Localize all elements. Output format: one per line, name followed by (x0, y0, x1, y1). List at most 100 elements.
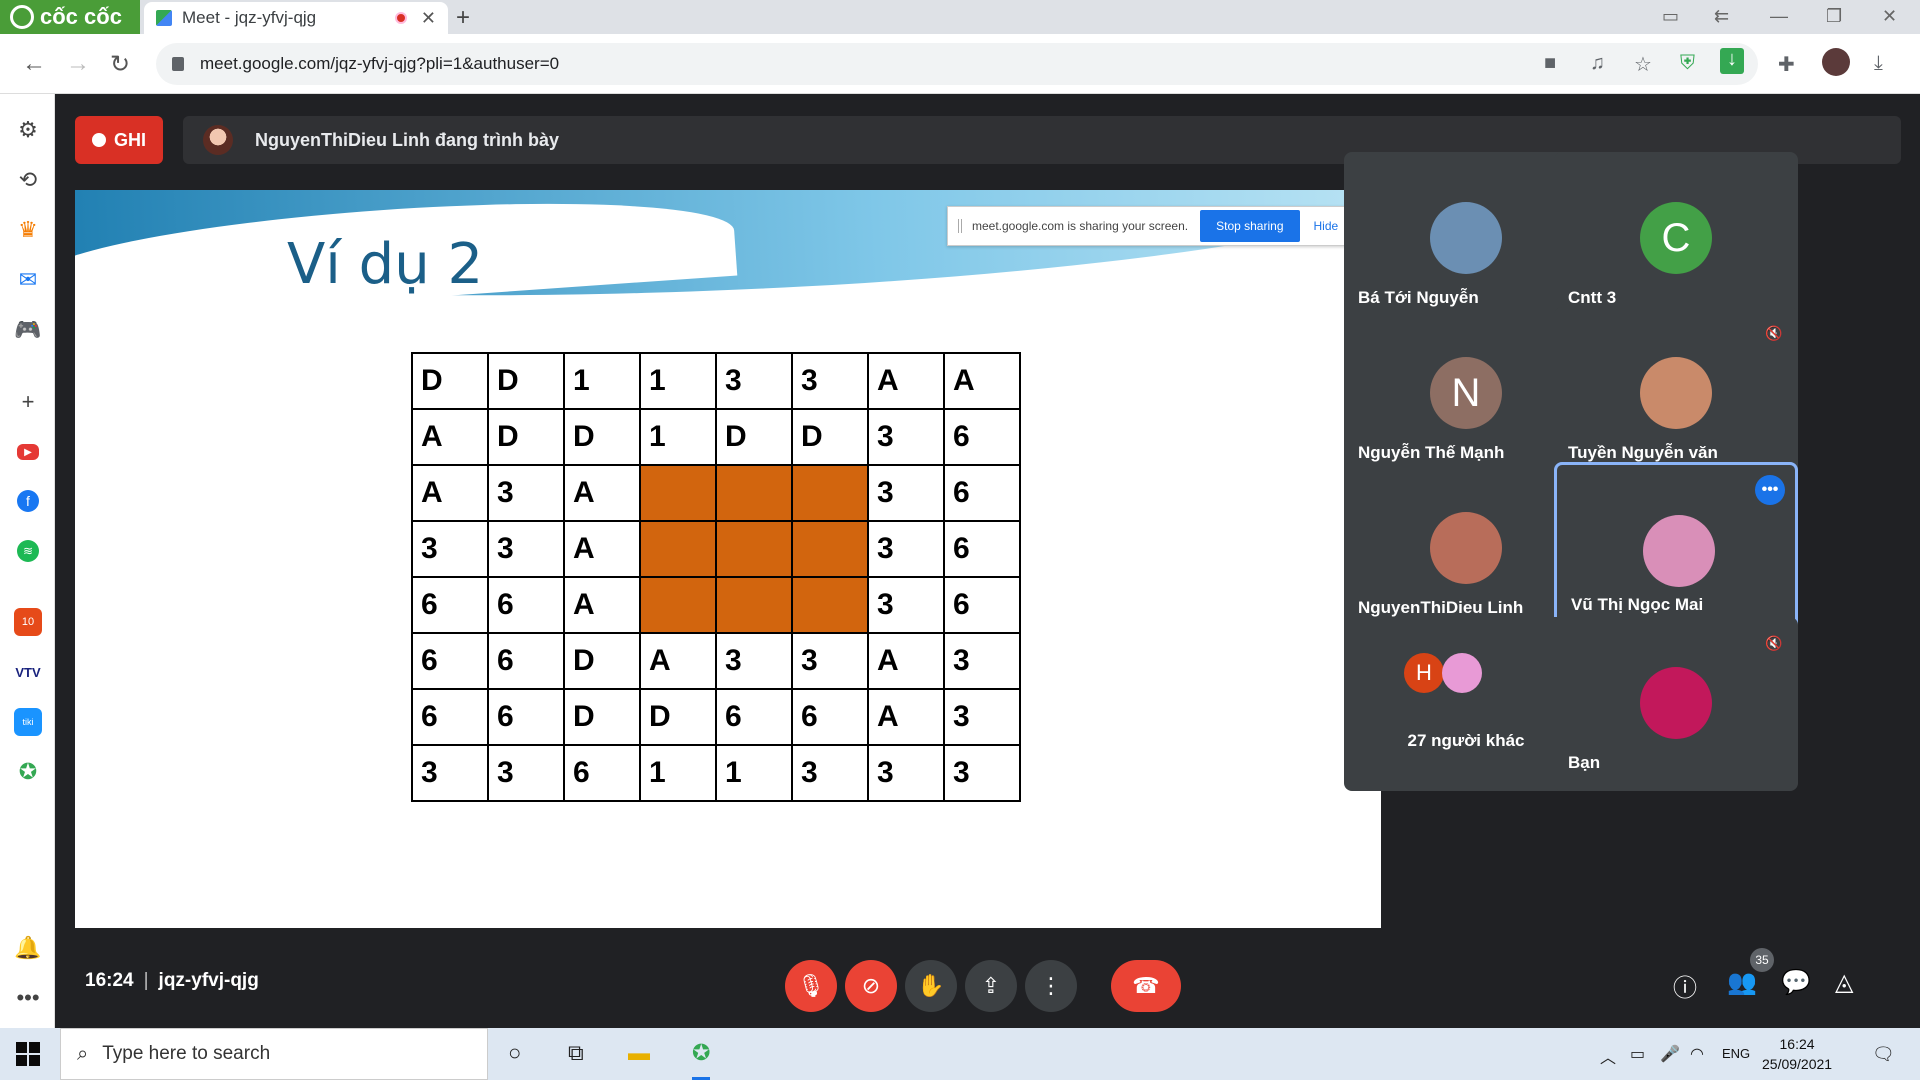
notification-icon[interactable]: 🗨 (1872, 1044, 1895, 1065)
language-indicator[interactable]: ENG (1722, 1046, 1750, 1061)
star-icon[interactable]: ☆ (1634, 52, 1652, 77)
maximize-button[interactable]: ❐ (1826, 6, 1842, 27)
people-icon[interactable]: 👥 (1727, 968, 1757, 997)
download-arrow-icon[interactable]: ↓ (1720, 48, 1744, 74)
vtv-icon[interactable]: VTV (14, 658, 42, 686)
grid-cell: 6 (411, 688, 489, 746)
participant-tile[interactable]: Bá Tới Nguyễn🔇 (1344, 152, 1588, 326)
taskbar-search[interactable]: ⌕ Type here to search (60, 1028, 488, 1080)
grid-cell: A (411, 408, 489, 466)
back-button[interactable]: ← (22, 50, 46, 78)
close-window-button[interactable]: ✕ (1882, 6, 1897, 27)
wifi-icon[interactable]: ◠ (1690, 1044, 1704, 1064)
settings-icon[interactable]: ⚙ (14, 116, 42, 144)
bell-off-icon[interactable]: ♫ (1590, 52, 1605, 75)
more-options-button[interactable]: ⋮ (1025, 960, 1077, 1012)
extensions-icon[interactable]: ✚ (1778, 52, 1795, 77)
downloads-icon[interactable]: ⤓ (1874, 52, 1883, 75)
microphone-icon[interactable]: 🎤 (1660, 1044, 1680, 1064)
grid-cell: D (411, 352, 489, 410)
browser-toolbar: ← → ↻ meet.google.com/jqz-yfvj-qjg?pli=1… (0, 34, 1920, 94)
grid-cell (715, 464, 793, 522)
clock-time: 16:24 (1779, 1036, 1815, 1052)
crown-icon[interactable]: ♛ (14, 216, 42, 244)
grid-row: 33611333 (411, 744, 1021, 802)
letter-grid: DD1133AAADD1DD36A3A3633A3666A3666DA33A36… (411, 352, 1021, 802)
close-tab-icon[interactable]: ✕ (421, 8, 436, 29)
participant-tile[interactable]: NNguyễn Thế Mạnh🔇 (1344, 307, 1588, 481)
mic-off-button[interactable]: 🎙 (785, 960, 837, 1012)
grid-cell: 3 (487, 520, 565, 578)
raise-hand-button[interactable]: ✋ (905, 960, 957, 1012)
windows-start-icon[interactable] (16, 1042, 40, 1066)
chat-icon[interactable]: 💬 (1781, 968, 1811, 997)
drag-handle-icon[interactable] (958, 219, 962, 233)
participant-tile[interactable]: H 27 người khác (1344, 617, 1588, 791)
recording-indicator-icon (394, 12, 407, 24)
grid-cell (715, 520, 793, 578)
gamepad-icon[interactable]: 🎮 (14, 316, 42, 344)
activities-icon[interactable]: ◬ (1835, 968, 1853, 997)
coccoc-icon[interactable]: ✪ (14, 758, 42, 786)
profile-avatar[interactable] (1822, 48, 1850, 76)
participant-tile[interactable]: Bạn 🔇 (1554, 617, 1798, 791)
grid-cell (639, 520, 717, 578)
participant-tile[interactable]: Vũ Thị Ngọc Mai ••• (1554, 462, 1798, 636)
history-icon[interactable]: ⟲ (14, 166, 42, 194)
participant-tile[interactable]: Tuyền Nguyễn văn 🔇 (1554, 307, 1798, 481)
presenter-avatar (203, 125, 233, 155)
leave-call-button[interactable]: ☎ (1111, 960, 1181, 1012)
mic-muted-icon: 🔇 (1765, 634, 1783, 651)
grid-cell: 3 (791, 744, 869, 802)
plus-icon[interactable]: + (14, 388, 42, 416)
address-bar[interactable]: meet.google.com/jqz-yfvj-qjg?pli=1&authu… (156, 43, 1758, 85)
tile-more-options-button[interactable]: ••• (1755, 475, 1785, 505)
taskbar-clock[interactable]: 16:24 25/09/2021 (1762, 1034, 1832, 1074)
minimize-button[interactable]: — (1770, 6, 1788, 27)
shield-icon[interactable]: ⛨ (1680, 52, 1695, 75)
grid-cell: 6 (791, 688, 869, 746)
cast-icon[interactable]: ▭ (1662, 6, 1679, 27)
more-icon[interactable]: ••• (14, 984, 42, 1012)
grid-cell: 3 (867, 520, 945, 578)
participant-tile[interactable]: C Cntt 3 (1554, 152, 1798, 326)
camera-icon[interactable]: ■ (1544, 52, 1556, 75)
taskbar: ⌕ Type here to search ○ ⧉ ▬ ✪ ︿ ▭ 🎤 ◠ EN… (0, 1028, 1920, 1080)
task-view-icon[interactable]: ⧉ (568, 1040, 584, 1066)
tiki-icon[interactable]: tiki (14, 708, 42, 736)
camera-off-button[interactable]: ⊘ (845, 960, 897, 1012)
new-tab-button[interactable]: + (456, 4, 470, 32)
grid-cell: D (639, 688, 717, 746)
messenger-icon[interactable]: ✉ (14, 266, 42, 294)
participant-tile[interactable]: NguyenThiDieu Linh (1344, 462, 1588, 636)
hide-button[interactable]: Hide (1314, 219, 1339, 233)
grid-row: 33A36 (411, 520, 1021, 578)
youtube-icon[interactable]: ▶ (17, 444, 39, 460)
present-screen-button[interactable]: ⇪ (965, 960, 1017, 1012)
grid-cell: 1 (639, 352, 717, 410)
stop-sharing-button[interactable]: Stop sharing (1200, 210, 1300, 242)
reload-button[interactable]: ↻ (110, 50, 130, 79)
tab-strip: cốc cốc Meet - jqz-yfvj-qjg ✕ + ▭ ⇇ — ❐ … (0, 0, 1920, 34)
participant-name: NguyenThiDieu Linh (1358, 598, 1524, 617)
grid-cell: 6 (943, 464, 1021, 522)
coccoc-taskbar-icon[interactable]: ✪ (692, 1040, 711, 1080)
url-text: meet.google.com/jqz-yfvj-qjg?pli=1&authu… (200, 54, 560, 73)
cortana-icon[interactable]: ○ (508, 1040, 521, 1066)
file-explorer-icon[interactable]: ▬ (628, 1040, 650, 1066)
participant-avatar (1640, 357, 1712, 429)
battery-icon[interactable]: ▭ (1630, 1044, 1645, 1064)
bell-icon[interactable]: 🔔 (14, 934, 42, 962)
shopee-icon[interactable]: 10 (14, 608, 42, 636)
spotify-icon[interactable]: ≋ (17, 540, 39, 562)
grid-cell: 3 (487, 464, 565, 522)
tab-meet[interactable]: Meet - jqz-yfvj-qjg ✕ (144, 2, 448, 34)
grid-cell: 6 (943, 576, 1021, 634)
facebook-icon[interactable]: f (17, 490, 39, 512)
info-icon[interactable]: ⓘ (1673, 968, 1697, 1003)
tray-chevron-icon[interactable]: ︿ (1600, 1044, 1616, 1068)
clock-date: 25/09/2021 (1762, 1056, 1833, 1072)
forward-button[interactable]: → (66, 50, 90, 78)
back-arrow-icon[interactable]: ⇇ (1714, 6, 1729, 27)
browser-brand[interactable]: cốc cốc (0, 0, 140, 34)
